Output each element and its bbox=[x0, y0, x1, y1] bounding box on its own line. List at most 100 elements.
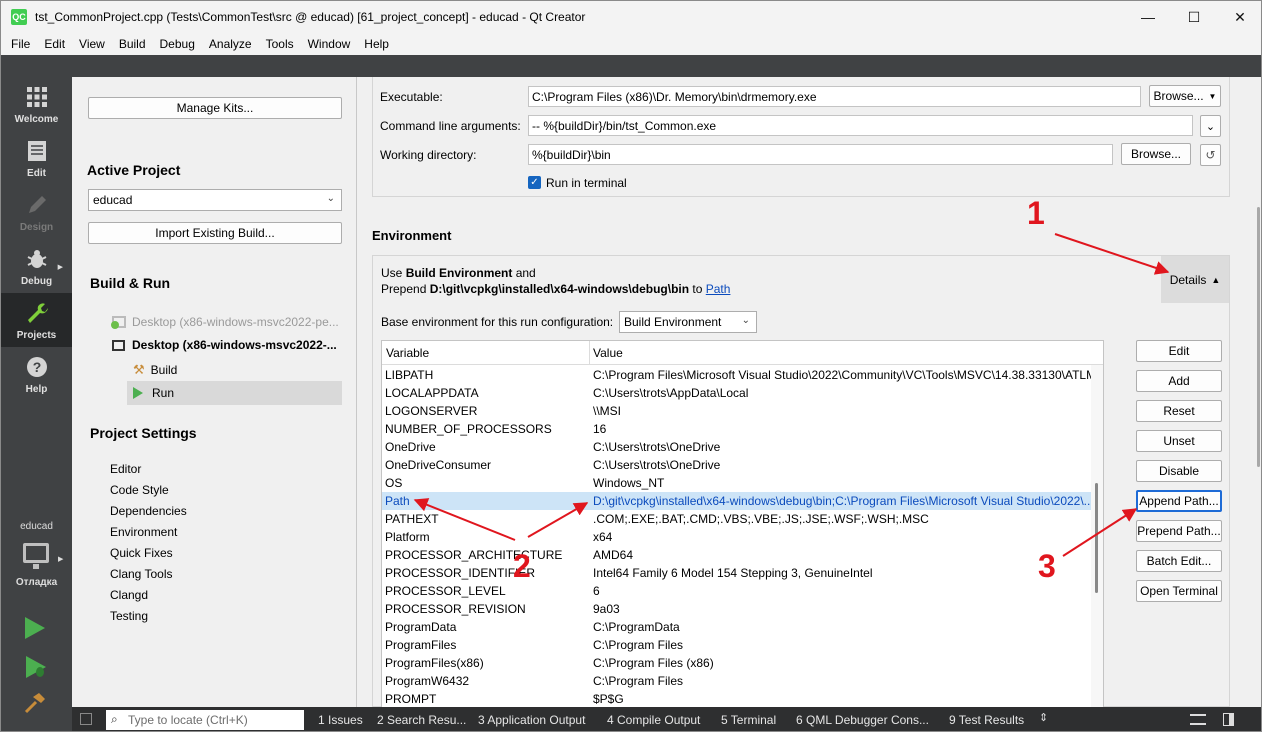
settings-clang-tools[interactable]: Clang Tools bbox=[110, 567, 172, 581]
browse-dropdown-button[interactable]: Browse... ▼ bbox=[1149, 85, 1221, 107]
monitor-icon[interactable] bbox=[23, 543, 49, 569]
build-settings-item[interactable]: ⚒ Build bbox=[133, 362, 177, 378]
open-terminal-button[interactable]: Open Terminal bbox=[1136, 580, 1222, 602]
toggle-sidebar-icon[interactable] bbox=[80, 713, 92, 725]
tab-compile-output[interactable]: 4 Compile Output bbox=[607, 713, 700, 727]
workdir-field[interactable]: %{buildDir}\bin bbox=[528, 144, 1113, 165]
settings-clangd[interactable]: Clangd bbox=[110, 588, 148, 602]
column-value[interactable]: Value bbox=[593, 346, 623, 360]
table-row[interactable]: ProgramFiles(x86) C:\Program Files (x86) bbox=[382, 654, 1103, 672]
settings-dependencies[interactable]: Dependencies bbox=[110, 504, 187, 518]
add-button[interactable]: Add bbox=[1136, 370, 1222, 392]
table-row[interactable]: PROCESSOR_IDENTIFIER Intel64 Family 6 Mod… bbox=[382, 564, 1103, 582]
debug-run-icon[interactable] bbox=[25, 655, 47, 682]
menu-file[interactable]: File bbox=[1, 37, 37, 51]
hammer-icon: ⚒ bbox=[133, 362, 145, 377]
manage-kits-button[interactable]: Manage Kits... bbox=[88, 97, 342, 119]
settings-environment[interactable]: Environment bbox=[110, 525, 177, 539]
append-path-button[interactable]: Append Path... bbox=[1136, 490, 1222, 512]
run-in-terminal-checkbox[interactable]: ✓ bbox=[528, 176, 541, 189]
scrollbar-thumb[interactable] bbox=[1095, 483, 1098, 593]
table-row[interactable]: ProgramW6432 C:\Program Files bbox=[382, 672, 1103, 690]
mode-design[interactable]: Design bbox=[1, 185, 72, 239]
table-row[interactable]: OneDrive C:\Users\trots\OneDrive bbox=[382, 438, 1103, 456]
tab-test-results[interactable]: 9 Test Results bbox=[949, 713, 1024, 727]
reset-workdir-button[interactable]: ↺ bbox=[1200, 144, 1221, 166]
menu-tools[interactable]: Tools bbox=[259, 37, 301, 51]
maximize-button[interactable]: ☐ bbox=[1171, 1, 1217, 33]
settings-quick-fixes[interactable]: Quick Fixes bbox=[110, 546, 173, 560]
mode-help[interactable]: ? Help bbox=[1, 347, 72, 401]
table-row[interactable]: Platform x64 bbox=[382, 528, 1103, 546]
locator-input[interactable]: ⌕ Type to locate (Ctrl+K) bbox=[106, 710, 304, 730]
minimize-button[interactable]: — bbox=[1125, 1, 1171, 33]
progress-details-icon[interactable] bbox=[1190, 714, 1206, 725]
table-row[interactable]: LOCALAPPDATA C:\Users\trots\AppData\Local bbox=[382, 384, 1103, 402]
table-row[interactable]: PATHEXT .COM;.EXE;.BAT;.CMD;.VBS;.VBE;.JS… bbox=[382, 510, 1103, 528]
build-hammer-icon[interactable] bbox=[23, 691, 47, 721]
table-row-selected[interactable]: Path D:\git\vcpkg\installed\x64-windows\d… bbox=[382, 492, 1103, 510]
details-toggle-button[interactable]: Details ▲ bbox=[1161, 256, 1229, 303]
unset-button[interactable]: Unset bbox=[1136, 430, 1222, 452]
args-field[interactable]: -- %{buildDir}/bin/tst_Common.exe bbox=[528, 115, 1193, 136]
path-link[interactable]: Path bbox=[706, 282, 731, 296]
menu-view[interactable]: View bbox=[72, 37, 112, 51]
disable-button[interactable]: Disable bbox=[1136, 460, 1222, 482]
run-settings-item[interactable]: Run bbox=[133, 386, 174, 400]
chevron-down-icon: ⌄ bbox=[326, 193, 335, 204]
args-expand-button[interactable]: ⌄ bbox=[1200, 115, 1221, 137]
table-row[interactable]: PROCESSOR_ARCHITECTURE AMD64 bbox=[382, 546, 1103, 564]
tab-qml-debugger-console[interactable]: 6 QML Debugger Cons... bbox=[796, 713, 929, 727]
table-row[interactable]: LIBPATH C:\Program Files\Microsoft Visual… bbox=[382, 366, 1103, 384]
edit-button[interactable]: Edit bbox=[1136, 340, 1222, 362]
kit-disabled-item[interactable]: Desktop (x86-windows-msvc2022-pe... bbox=[111, 315, 339, 329]
batch-edit-button[interactable]: Batch Edit... bbox=[1136, 550, 1222, 572]
menu-edit[interactable]: Edit bbox=[37, 37, 72, 51]
table-row[interactable]: LOGONSERVER \\MSI bbox=[382, 402, 1103, 420]
tab-terminal[interactable]: 5 Terminal bbox=[721, 713, 776, 727]
toggle-output-pane-icon[interactable] bbox=[1223, 713, 1234, 726]
prepend-path-button[interactable]: Prepend Path... bbox=[1136, 520, 1222, 542]
table-row[interactable]: ProgramData C:\ProgramData bbox=[382, 618, 1103, 636]
import-existing-build-button[interactable]: Import Existing Build... bbox=[88, 222, 342, 244]
menu-debug[interactable]: Debug bbox=[153, 37, 202, 51]
menu-analyze[interactable]: Analyze bbox=[202, 37, 259, 51]
menu-build[interactable]: Build bbox=[112, 37, 153, 51]
mode-projects[interactable]: Projects bbox=[1, 293, 72, 347]
mode-debug[interactable]: Debug ▶ bbox=[1, 239, 72, 293]
menu-help[interactable]: Help bbox=[357, 37, 396, 51]
settings-code-style[interactable]: Code Style bbox=[110, 483, 169, 497]
run-icon[interactable] bbox=[25, 617, 45, 639]
tab-application-output[interactable]: 3 Application Output bbox=[478, 713, 585, 727]
panel-scrollbar[interactable] bbox=[1257, 207, 1260, 467]
table-scrollbar[interactable] bbox=[1091, 365, 1103, 709]
button-label: Browse... bbox=[1153, 89, 1204, 103]
table-row[interactable]: OS Windows_NT bbox=[382, 474, 1103, 492]
tab-search-results[interactable]: 2 Search Resu... bbox=[377, 713, 466, 727]
table-row[interactable]: PROCESSOR_REVISION 9a03 bbox=[382, 600, 1103, 618]
executable-field[interactable]: C:\Program Files (x86)\Dr. Memory\bin\dr… bbox=[528, 86, 1141, 107]
mode-edit[interactable]: Edit bbox=[1, 131, 72, 185]
reset-button[interactable]: Reset bbox=[1136, 400, 1222, 422]
table-row[interactable]: PROCESSOR_LEVEL 6 bbox=[382, 582, 1103, 600]
up-down-arrows-icon[interactable]: ⇕ bbox=[1039, 711, 1048, 724]
chevron-down-icon: ⌄ bbox=[1205, 120, 1216, 133]
settings-editor[interactable]: Editor bbox=[110, 462, 141, 476]
settings-testing[interactable]: Testing bbox=[110, 609, 148, 623]
table-row[interactable]: OneDriveConsumer C:\Users\trots\OneDrive bbox=[382, 456, 1103, 474]
menu-window[interactable]: Window bbox=[301, 37, 358, 51]
close-button[interactable]: ✕ bbox=[1217, 1, 1261, 33]
kit-config-label: Отладка bbox=[15, 577, 58, 588]
workdir-browse-button[interactable]: Browse... bbox=[1121, 143, 1191, 165]
table-row[interactable]: ProgramFiles C:\Program Files bbox=[382, 636, 1103, 654]
base-env-combo[interactable]: Build Environment ⌄ bbox=[619, 311, 757, 333]
row-value: C:\Users\trots\AppData\Local bbox=[593, 386, 749, 400]
kit-active-item[interactable]: Desktop (x86-windows-msvc2022-... bbox=[112, 338, 337, 352]
mode-welcome[interactable]: Welcome bbox=[1, 77, 72, 131]
table-row[interactable]: NUMBER_OF_PROCESSORS 16 bbox=[382, 420, 1103, 438]
output-pane-bar: ⌕ Type to locate (Ctrl+K) 1 Issues 2 Sea… bbox=[72, 707, 1261, 731]
tab-issues[interactable]: 1 Issues bbox=[318, 713, 363, 727]
active-project-combo[interactable]: educad ⌄ bbox=[88, 189, 342, 211]
column-variable[interactable]: Variable bbox=[386, 346, 429, 360]
table-row[interactable]: PROMPT $P$G bbox=[382, 690, 1103, 708]
